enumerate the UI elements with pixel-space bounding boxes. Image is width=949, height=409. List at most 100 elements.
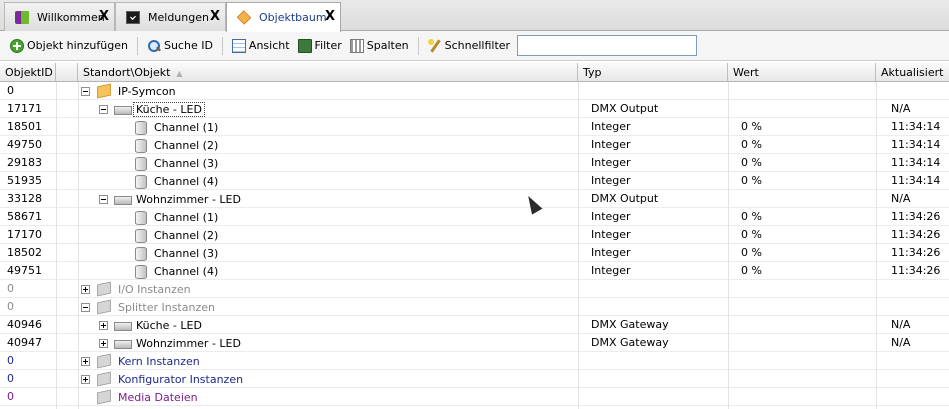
value-cell [734,334,741,352]
updated-cell: 11:34:14 [891,174,941,187]
toolbar-separator [417,36,419,55]
search-id-button[interactable]: Suche ID [143,35,217,57]
table-row[interactable]: 0 Konfigurator Instanzen [0,370,949,388]
table-row[interactable]: 0 IP-Symcon [0,82,949,100]
tree-node-label: Channel (1) [154,120,219,134]
collapse-icon[interactable] [99,104,108,114]
value-cell [734,280,741,298]
tree-node[interactable]: IP-Symcon [81,82,176,100]
table-row[interactable]: 51935 Channel (4) Integer 0 % 11:34:14 [0,172,949,190]
table-row[interactable]: 58671 Channel (1) Integer 0 % 11:34:26 [0,208,949,226]
add-object-label: Objekt hinzufügen [27,39,128,52]
updated-cell: 11:34:14 [891,120,941,133]
quickfilter-button[interactable]: Schnellfilter [424,35,514,57]
tree-node[interactable]: Channel (4) [117,262,218,280]
type-cell: DMX Gateway [591,336,669,349]
quickfilter-label: Schnellfilter [444,39,511,52]
close-icon[interactable]: X [325,9,335,24]
table-row[interactable]: 40946 Küche - LED DMX Gateway N/A [0,316,949,334]
tree-node[interactable]: Küche - LED [99,100,205,118]
column-header-type[interactable]: Typ [578,63,728,82]
close-icon[interactable]: X [99,9,109,24]
expand-icon[interactable] [81,356,90,366]
tab-label: Willkommen [37,10,105,24]
view-button[interactable]: Ansicht [228,35,294,57]
type-cell [584,388,591,406]
expand-icon[interactable] [99,338,108,348]
table-header: ObjektID Standort\Objekt ▲ Typ Wert Aktua… [0,63,949,82]
table-row[interactable]: 17170 Channel (2) Integer 0 % 11:34:26 [0,226,949,244]
tree-node[interactable]: I/O Instanzen [81,280,191,298]
object-id-cell: 0 [7,84,14,97]
table-row[interactable]: 17171 Küche - LED DMX Output N/A [0,100,949,118]
object-id-cell: 17171 [7,102,42,115]
tree-connector [117,267,126,276]
tree-node[interactable]: Kern Instanzen [81,352,200,370]
column-header-name[interactable]: Standort\Objekt ▲ [78,63,578,82]
columns-icon [349,38,364,53]
table-body: 0 IP-Symcon 17171 Küche - LED DMX Output N/A 1… [0,82,949,406]
tree-node[interactable]: Media Dateien [81,388,198,406]
tree-node[interactable]: Wohnzimmer - LED [99,334,241,352]
table-row[interactable]: 18501 Channel (1) Integer 0 % 11:34:14 [0,118,949,136]
view-label: Ansicht [248,39,290,52]
variable-icon [132,246,148,261]
object-id-cell: 0 [7,354,14,367]
collapse-icon[interactable] [81,86,90,96]
tree-node[interactable]: Splitter Instanzen [81,298,215,316]
type-cell [584,352,591,370]
tree-node[interactable]: Küche - LED [99,316,202,334]
table-row[interactable]: 0 Splitter Instanzen [0,298,949,316]
table-row[interactable]: 49750 Channel (2) Integer 0 % 11:34:14 [0,136,949,154]
close-icon[interactable]: X [210,9,220,24]
table-row[interactable]: 29183 Channel (3) Integer 0 % 11:34:14 [0,154,949,172]
table-row[interactable]: 33128 Wohnzimmer - LED DMX Output N/A [0,190,949,208]
tree-node[interactable]: Channel (4) [117,172,218,190]
object-id-cell: 29183 [7,156,42,169]
cube-yellow-icon [97,83,111,99]
tree-node[interactable]: Channel (2) [117,226,218,244]
object-id-cell: 49750 [7,138,42,151]
tree-connector [117,213,126,222]
columns-button[interactable]: Spalten [346,35,413,57]
column-header-id[interactable]: ObjektID [0,63,56,82]
type-cell: Integer [591,264,631,277]
type-cell: DMX Output [591,192,659,205]
quickfilter-input[interactable] [517,35,698,56]
tree-node[interactable]: Channel (3) [117,154,218,172]
tree-connector [117,231,126,240]
column-header-value[interactable]: Wert [728,63,876,82]
type-cell: DMX Gateway [591,318,669,331]
add-object-button[interactable]: Objekt hinzufügen [6,35,132,57]
object-id-cell: 0 [7,300,14,313]
collapse-icon[interactable] [81,302,90,312]
filter-button[interactable]: Filter [294,35,346,57]
expand-icon[interactable] [81,284,90,294]
table-row[interactable]: 49751 Channel (4) Integer 0 % 11:34:26 [0,262,949,280]
tree-node[interactable]: Channel (1) [117,208,218,226]
table-row[interactable]: 0 I/O Instanzen [0,280,949,298]
column-header-updated[interactable]: Aktualisiert [876,63,949,82]
tab-willkommen[interactable]: Willkommen X [4,2,115,31]
table-row[interactable]: 18502 Channel (3) Integer 0 % 11:34:26 [0,244,949,262]
table-row[interactable]: 0 Kern Instanzen [0,352,949,370]
tab-meldungen[interactable]: Meldungen X [115,2,226,31]
updated-cell: N/A [891,102,911,115]
expand-icon[interactable] [81,374,90,384]
tree-connector [117,141,126,150]
tree-connector [117,177,126,186]
collapse-icon[interactable] [99,194,108,204]
tree-node[interactable]: Channel (3) [117,244,218,262]
table-row[interactable]: 0 Media Dateien [0,388,949,406]
tree-node[interactable]: Konfigurator Instanzen [81,370,243,388]
table-row[interactable]: 40947 Wohnzimmer - LED DMX Gateway N/A [0,334,949,352]
tree-node[interactable]: Channel (1) [117,118,218,136]
value-cell [734,100,741,118]
expand-icon[interactable] [99,320,108,330]
tab-objektbaum[interactable]: Objektbaum X [226,2,341,32]
device-icon [114,102,132,116]
tree-node[interactable]: Wohnzimmer - LED [99,190,241,208]
toolbar-separator [136,36,138,55]
tree-node[interactable]: Channel (2) [117,136,218,154]
value-cell: 0 % [741,210,762,223]
